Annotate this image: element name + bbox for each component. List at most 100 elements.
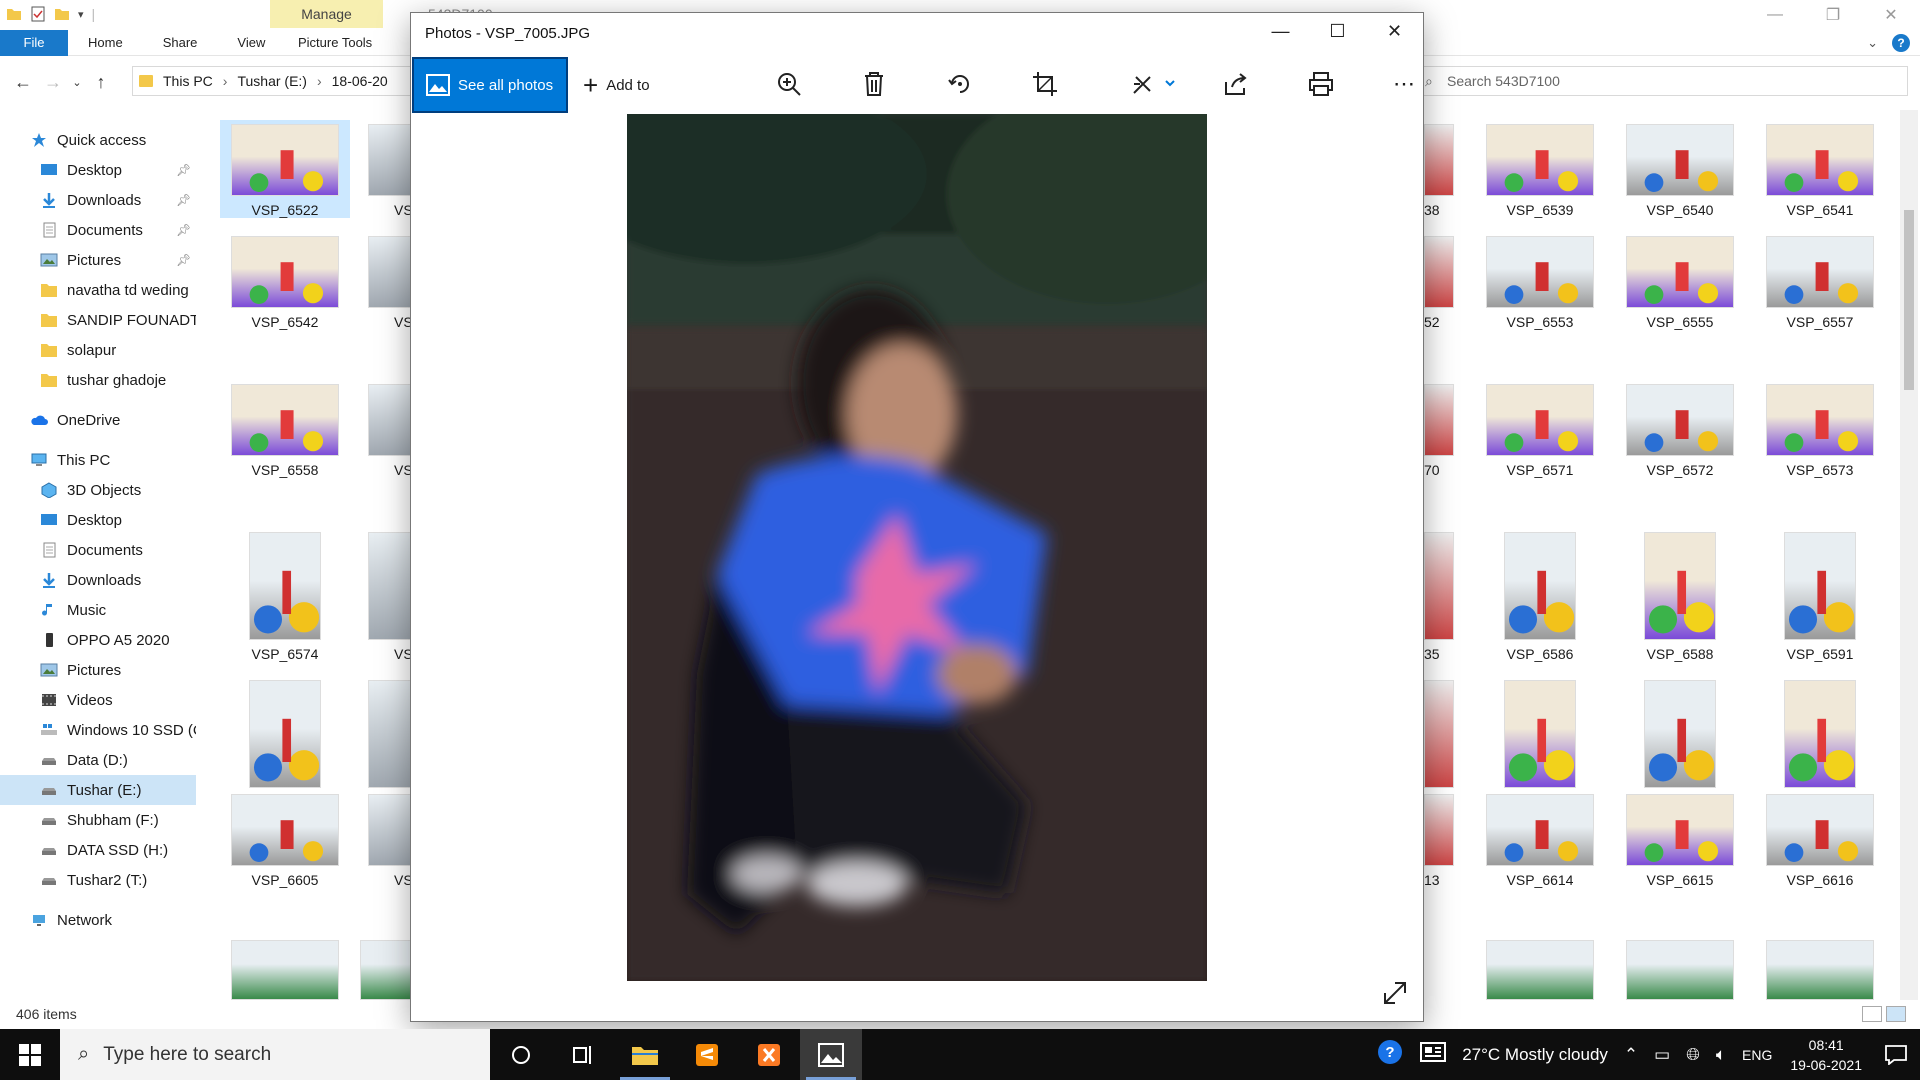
tab-file[interactable]: File (0, 29, 68, 56)
add-to-button[interactable]: + Add to (583, 57, 650, 113)
file-thumbnail[interactable]: VSP_6572 (1615, 380, 1745, 478)
breadcrumb-item[interactable]: This PC (163, 73, 213, 89)
file-thumbnail[interactable]: 70 (1424, 380, 1460, 478)
file-thumbnail[interactable]: VS (360, 232, 410, 330)
file-thumbnail[interactable]: VSP_6558 (220, 380, 350, 478)
sidebar-item[interactable]: Data (D:) (0, 745, 196, 775)
sidebar-item[interactable]: Music (0, 595, 196, 625)
file-thumbnail[interactable]: VSP_6555 (1615, 232, 1745, 330)
file-thumbnail[interactable] (360, 940, 410, 1000)
minimize-icon[interactable]: — (1746, 0, 1804, 30)
file-thumbnail[interactable]: VSP_6571 (1475, 380, 1605, 478)
zoom-icon[interactable] (774, 69, 804, 99)
customize-qat-icon[interactable]: ▾ (78, 8, 84, 21)
print-icon[interactable] (1306, 69, 1336, 99)
edit-create-icon[interactable] (1129, 69, 1179, 99)
sidebar-item[interactable]: Desktop 📌︎ (0, 155, 196, 185)
file-thumbnail[interactable]: VSP_6557 (1755, 232, 1885, 330)
file-explorer-taskbar-icon[interactable] (614, 1029, 676, 1080)
file-thumbnail[interactable] (1475, 940, 1605, 1000)
nav-quick-access[interactable]: Quick access (0, 125, 196, 155)
nav-onedrive[interactable]: OneDrive (0, 405, 196, 435)
file-thumbnail[interactable]: VS (360, 528, 410, 662)
sidebar-item[interactable]: Documents 📌︎ (0, 215, 196, 245)
file-thumbnail[interactable]: 13 (1424, 790, 1460, 888)
sidebar-item[interactable]: Tushar (E:) (0, 775, 196, 805)
file-thumbnail[interactable]: VSP_6539 (1475, 120, 1605, 218)
expand-ribbon-icon[interactable]: ⌄ (1867, 35, 1878, 51)
file-thumbnail[interactable]: VSP_6588 (1615, 528, 1745, 662)
sidebar-item[interactable]: solapur (0, 335, 196, 365)
sidebar-item[interactable]: navatha td weding (0, 275, 196, 305)
sidebar-item[interactable]: Downloads (0, 565, 196, 595)
sidebar-item[interactable]: DATA SSD (H:) (0, 835, 196, 865)
nav-network[interactable]: Network (0, 905, 196, 935)
sublime-text-icon[interactable] (676, 1029, 738, 1080)
photos-taskbar-icon[interactable] (800, 1029, 862, 1080)
file-thumbnail[interactable]: VSP_6616 (1755, 790, 1885, 888)
details-view-icon[interactable] (1862, 1006, 1882, 1022)
sidebar-item[interactable]: Videos (0, 685, 196, 715)
file-thumbnail[interactable]: VSP_6542 (220, 232, 350, 330)
scrollbar-thumb[interactable] (1904, 210, 1914, 390)
sidebar-item[interactable]: Documents (0, 535, 196, 565)
large-icons-view-icon[interactable] (1886, 1006, 1906, 1022)
folder-icon[interactable] (6, 6, 22, 22)
delete-icon[interactable] (859, 69, 889, 99)
sidebar-item[interactable]: tushar ghadoje (0, 365, 196, 395)
tab-share[interactable]: Share (143, 30, 218, 56)
file-thumbnail[interactable] (1615, 940, 1745, 1000)
clock[interactable]: 08:41 19-06-2021 (1790, 1035, 1862, 1075)
cortana-icon[interactable] (490, 1029, 552, 1080)
maximize-icon[interactable]: ☐ (1309, 13, 1366, 49)
back-icon[interactable]: ← (8, 67, 38, 97)
nav-this-pc[interactable]: This PC (0, 445, 196, 475)
new-folder-icon[interactable] (54, 6, 70, 22)
help-icon[interactable]: ? (1892, 34, 1910, 52)
up-icon[interactable]: ↑ (86, 67, 116, 97)
file-thumbnail[interactable]: VSP_6586 (1475, 528, 1605, 662)
volume-icon[interactable]: 🔈︎ (1716, 1045, 1726, 1065)
sidebar-item[interactable]: Pictures (0, 655, 196, 685)
chevron-right-icon[interactable]: › (317, 73, 322, 89)
forward-icon[interactable]: → (38, 67, 68, 97)
file-thumbnail[interactable]: VSP_6574 (220, 528, 350, 662)
news-weather-icon[interactable] (1420, 1042, 1447, 1067)
file-thumbnail[interactable]: VS (360, 120, 410, 218)
file-thumbnail[interactable]: VSP_6615 (1615, 790, 1745, 888)
breadcrumb[interactable]: This PC › Tushar (E:) › 18-06-20 (132, 66, 412, 96)
start-button[interactable] (0, 1029, 60, 1080)
close-icon[interactable]: ✕ (1862, 0, 1920, 30)
file-thumbnail[interactable]: VS (360, 790, 410, 888)
file-thumbnail[interactable]: VSP_6553 (1475, 232, 1605, 330)
notifications-icon[interactable] (1872, 1029, 1920, 1080)
see-all-photos-button[interactable]: See all photos (412, 57, 568, 113)
crop-icon[interactable] (1030, 69, 1060, 99)
sidebar-item[interactable]: Desktop (0, 505, 196, 535)
file-thumbnail[interactable]: 52 (1424, 232, 1460, 330)
file-thumbnail[interactable]: 35 (1424, 528, 1460, 662)
restore-icon[interactable]: ❐ (1804, 0, 1862, 30)
battery-icon[interactable]: ▭ (1654, 1045, 1670, 1065)
file-thumbnail[interactable]: VSP_6522 (220, 120, 350, 218)
file-thumbnail[interactable]: VSP_6541 (1755, 120, 1885, 218)
taskbar-search-box[interactable]: ⌕ Type here to search (60, 1029, 490, 1080)
file-thumbnail[interactable]: VSP_6540 (1615, 120, 1745, 218)
share-icon[interactable] (1221, 69, 1251, 99)
search-input[interactable]: ⌕ Search 543D7100 (1418, 66, 1908, 96)
sidebar-item[interactable]: Shubham (F:) (0, 805, 196, 835)
rotate-icon[interactable] (945, 69, 975, 99)
input-language[interactable]: ENG (1742, 1047, 1772, 1063)
file-thumbnail[interactable]: 38 (1424, 120, 1460, 218)
properties-icon[interactable] (30, 6, 46, 22)
chevron-right-icon[interactable]: › (223, 73, 228, 89)
file-thumbnail[interactable] (220, 940, 350, 1000)
tab-home[interactable]: Home (68, 30, 143, 56)
file-thumbnail[interactable]: VSP_6591 (1755, 528, 1885, 662)
help-tray-icon[interactable]: ? (1376, 1038, 1404, 1071)
recent-locations-icon[interactable]: ⌄ (68, 67, 86, 97)
more-options-icon[interactable]: ⋯ (1389, 69, 1419, 99)
xampp-icon[interactable] (738, 1029, 800, 1080)
tab-view[interactable]: View (217, 30, 285, 56)
fullscreen-expand-icon[interactable] (1381, 979, 1409, 1007)
